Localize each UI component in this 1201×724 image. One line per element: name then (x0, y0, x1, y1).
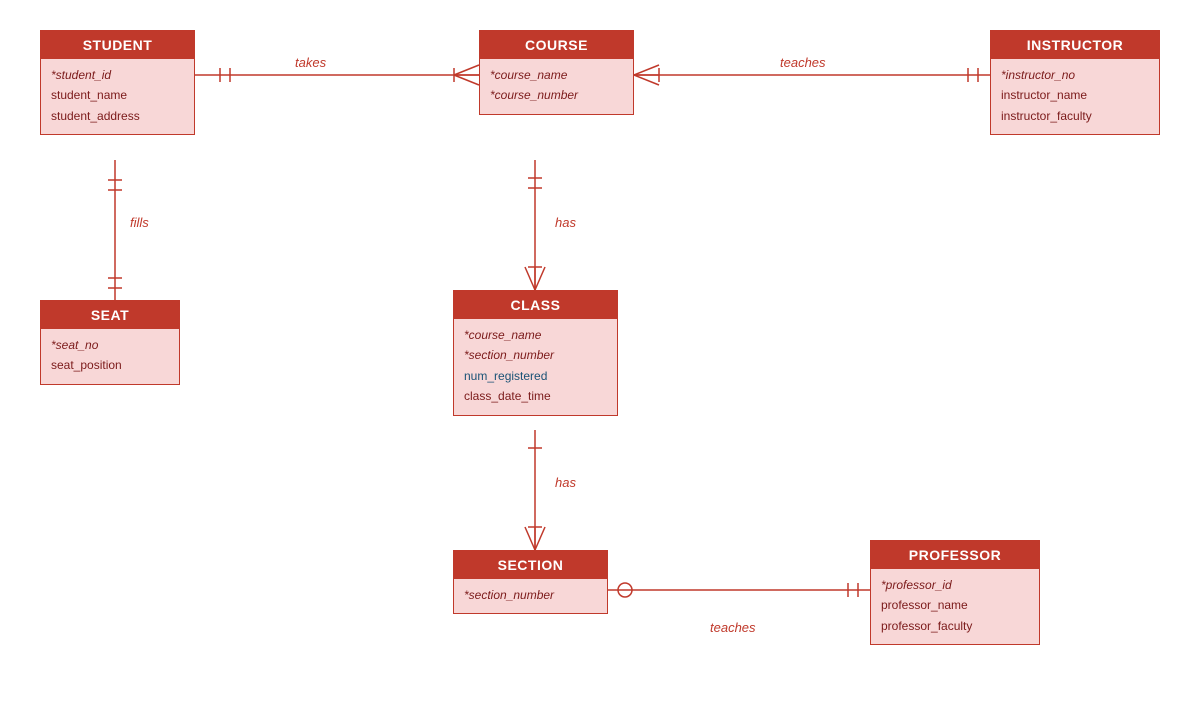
diagram-container: takes teaches fills has has teaches STUD… (0, 0, 1201, 724)
entity-seat: SEAT *seat_no seat_position (40, 300, 180, 385)
rel-fills: fills (130, 215, 149, 230)
entity-student-header: STUDENT (41, 31, 194, 59)
entity-student: STUDENT *student_id student_name student… (40, 30, 195, 135)
instructor-field-2: instructor_name (1001, 85, 1149, 105)
entity-instructor-body: *instructor_no instructor_name instructo… (991, 59, 1159, 134)
entity-professor-header: PROFESSOR (871, 541, 1039, 569)
seat-field-1: *seat_no (51, 335, 169, 355)
entity-student-body: *student_id student_name student_address (41, 59, 194, 134)
entity-professor: PROFESSOR *professor_id professor_name p… (870, 540, 1040, 645)
entity-section: SECTION *section_number (453, 550, 608, 614)
entity-class-header: CLASS (454, 291, 617, 319)
entity-instructor: INSTRUCTOR *instructor_no instructor_nam… (990, 30, 1160, 135)
entity-seat-body: *seat_no seat_position (41, 329, 179, 384)
student-field-3: student_address (51, 106, 184, 126)
student-field-1: *student_id (51, 65, 184, 85)
course-field-1: *course_name (490, 65, 623, 85)
entity-class-body: *course_name *section_number num_registe… (454, 319, 617, 415)
instructor-field-1: *instructor_no (1001, 65, 1149, 85)
entity-class: CLASS *course_name *section_number num_r… (453, 290, 618, 416)
class-field-1: *course_name (464, 325, 607, 345)
entity-section-header: SECTION (454, 551, 607, 579)
entity-course: COURSE *course_name *course_number (479, 30, 634, 115)
professor-field-3: professor_faculty (881, 616, 1029, 636)
entity-course-body: *course_name *course_number (480, 59, 633, 114)
seat-field-2: seat_position (51, 355, 169, 375)
class-field-4: class_date_time (464, 386, 607, 406)
professor-field-2: professor_name (881, 595, 1029, 615)
section-field-1: *section_number (464, 585, 597, 605)
entity-course-header: COURSE (480, 31, 633, 59)
instructor-field-3: instructor_faculty (1001, 106, 1149, 126)
rel-teaches-instructor: teaches (780, 55, 826, 70)
class-field-3: num_registered (464, 366, 607, 386)
entity-professor-body: *professor_id professor_name professor_f… (871, 569, 1039, 644)
entity-section-body: *section_number (454, 579, 607, 613)
rel-teaches-professor: teaches (710, 620, 756, 635)
class-field-2: *section_number (464, 345, 607, 365)
rel-takes: takes (295, 55, 326, 70)
entity-seat-header: SEAT (41, 301, 179, 329)
student-field-2: student_name (51, 85, 184, 105)
rel-has-section: has (555, 475, 576, 490)
rel-has-class: has (555, 215, 576, 230)
professor-field-1: *professor_id (881, 575, 1029, 595)
entity-instructor-header: INSTRUCTOR (991, 31, 1159, 59)
course-field-2: *course_number (490, 85, 623, 105)
